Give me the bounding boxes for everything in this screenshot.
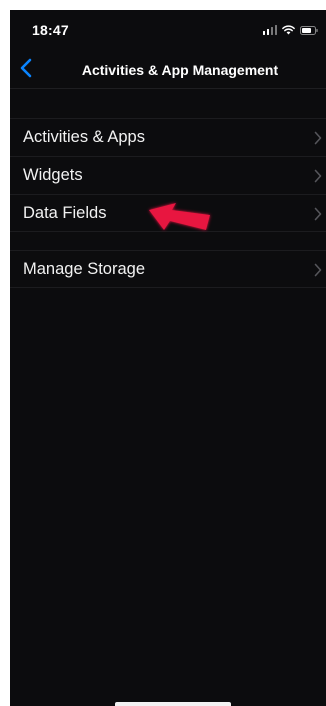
settings-row-activities-apps[interactable]: Activities & Apps [10,118,326,156]
status-icons [262,24,319,36]
chevron-right-icon [314,169,322,183]
pointer-arrow-icon [146,200,218,244]
status-time: 18:47 [32,22,69,38]
chevron-left-icon [20,58,32,83]
row-label: Data Fields [23,204,107,222]
chevron-right-icon [314,207,322,221]
chevron-right-icon [314,131,322,145]
settings-row-widgets[interactable]: Widgets [10,156,326,194]
navigation-bar: Activities & App Management [10,54,326,89]
home-indicator[interactable] [115,702,231,706]
status-bar: 18:47 [10,10,326,54]
signal-bars-icon [262,25,277,35]
row-label: Manage Storage [23,260,146,278]
row-label: Activities & Apps [23,128,145,146]
wifi-icon [282,25,295,35]
page-title: Activities & App Management [81,62,279,78]
settings-section-storage: Manage Storage [10,250,326,288]
back-button[interactable] [13,57,39,83]
phone-screen: 18:47 Activities & App Management Activi… [10,10,326,706]
row-label: Widgets [23,166,83,184]
chevron-right-icon [314,263,322,277]
settings-row-manage-storage[interactable]: Manage Storage [10,250,326,288]
battery-icon [300,25,318,35]
